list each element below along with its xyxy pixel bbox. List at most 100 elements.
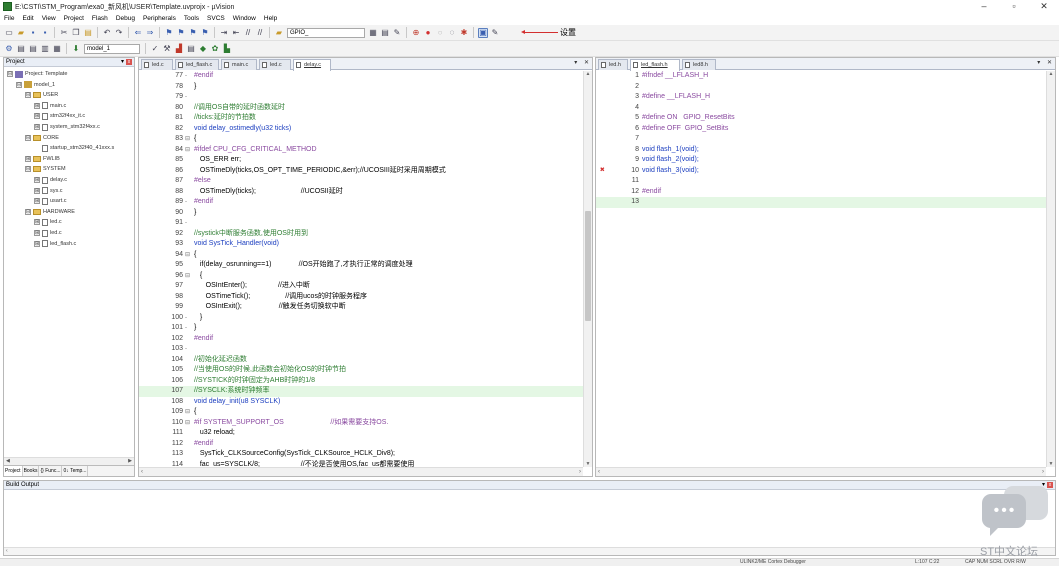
cut-icon[interactable]: ✂ bbox=[59, 28, 69, 38]
tree-expander-icon[interactable]: ⊞ bbox=[34, 219, 40, 226]
translate-icon[interactable]: ⚙ bbox=[4, 44, 14, 54]
navigate-forward-icon[interactable]: ⇒ bbox=[145, 28, 155, 38]
code-line[interactable]: 113 SysTick_CLKSourceConfig(SysTick_CLKS… bbox=[139, 449, 583, 460]
tree-node[interactable]: ⊞ led.c bbox=[34, 228, 62, 238]
tree-expander-icon[interactable]: ⊟ bbox=[25, 134, 31, 141]
scroll-left-icon[interactable]: ‹ bbox=[6, 548, 8, 555]
editor-left-code[interactable]: 77- #endif 78} 79-80//调用OS自带的延时函数延时 81//tick… bbox=[139, 71, 583, 467]
kill-breakpoints-icon[interactable]: ✱ bbox=[459, 28, 469, 38]
menu-file[interactable]: File bbox=[0, 13, 18, 24]
tab-list-icon[interactable]: ▾ bbox=[1037, 60, 1040, 66]
code-line[interactable]: 77- #endif bbox=[139, 71, 583, 82]
scroll-left-icon[interactable]: ‹ bbox=[598, 468, 600, 476]
indent-icon[interactable]: ⇥ bbox=[219, 28, 229, 38]
tree-node[interactable]: ⊞ usart.c bbox=[34, 196, 67, 206]
close-tab-icon[interactable]: ✕ bbox=[1047, 60, 1052, 66]
comment-icon[interactable]: // bbox=[243, 28, 253, 38]
tree-node[interactable]: ⊟ USER bbox=[25, 90, 58, 100]
configure-icon[interactable]: ✎ bbox=[490, 28, 500, 38]
code-line[interactable]: 10 void flash_3(void); bbox=[596, 166, 1046, 177]
rebuild-icon[interactable]: ▤ bbox=[28, 44, 38, 54]
editor-left-vertical-scrollbar[interactable]: ▲ ▼ bbox=[583, 71, 592, 467]
tree-node[interactable]: ⊞ FWLIB bbox=[25, 154, 60, 164]
editor-tab[interactable]: led.h bbox=[598, 59, 628, 70]
tree-expander-icon[interactable]: ⊟ bbox=[25, 92, 31, 99]
scroll-up-icon[interactable]: ▲ bbox=[1047, 71, 1055, 77]
menu-help[interactable]: Help bbox=[260, 13, 281, 24]
batch-build-icon[interactable]: ▥ bbox=[40, 44, 50, 54]
fold-marker-icon[interactable]: ⊟ bbox=[185, 134, 190, 145]
code-line[interactable]: 6 #define OFF GPIO_SetBits bbox=[596, 124, 1046, 135]
code-line[interactable]: 90} bbox=[139, 208, 583, 219]
tree-expander-icon[interactable]: ⊞ bbox=[34, 113, 40, 120]
code-line[interactable]: 108 void delay_init(u8 SYSCLK) bbox=[139, 397, 583, 408]
tree-expander-icon[interactable]: ⊞ bbox=[34, 177, 40, 183]
code-line[interactable]: 111 u32 reload; bbox=[139, 428, 583, 439]
tree-expander-icon[interactable]: ⊟ bbox=[16, 81, 22, 88]
tree-expander-icon[interactable]: ⊟ bbox=[7, 71, 13, 77]
code-line[interactable]: 82 void delay_ostimedly(u32 ticks) bbox=[139, 124, 583, 135]
scroll-right-icon[interactable]: › bbox=[1042, 468, 1044, 476]
code-line[interactable]: 104 //初始化延迟函数 bbox=[139, 355, 583, 366]
editor-tab[interactable]: main.c bbox=[221, 59, 257, 70]
tree-expander-icon[interactable]: ⊞ bbox=[34, 240, 40, 247]
code-line[interactable]: 84 ⊟ #ifdef CPU_CFG_CRITICAL_METHOD bbox=[139, 145, 583, 156]
code-line[interactable]: 97 OSIntEnter(); //进入中断 bbox=[139, 281, 583, 292]
code-line[interactable]: 109 ⊟ { bbox=[139, 407, 583, 418]
code-line[interactable]: 91- bbox=[139, 218, 583, 229]
menu-debug[interactable]: Debug bbox=[112, 13, 139, 24]
code-line[interactable]: 93 void SysTick_Handler(void) bbox=[139, 239, 583, 250]
find-in-files-icon[interactable]: ▰ bbox=[274, 28, 284, 38]
fold-marker-icon[interactable]: - bbox=[185, 218, 187, 229]
disable-all-breakpoints-icon[interactable]: ◌ bbox=[447, 28, 457, 38]
scroll-thumb[interactable] bbox=[585, 211, 591, 321]
tree-expander-icon[interactable]: ⊞ bbox=[34, 187, 40, 194]
menu-tools[interactable]: Tools bbox=[180, 13, 203, 24]
menu-peripherals[interactable]: Peripherals bbox=[139, 13, 180, 24]
editor-tab[interactable]: led_flash.h bbox=[630, 59, 680, 71]
pack-installer-icon[interactable]: ✿ bbox=[210, 44, 220, 54]
menu-flash[interactable]: Flash bbox=[88, 13, 112, 24]
code-line[interactable]: 7 bbox=[596, 134, 1046, 145]
code-line[interactable]: 110 ⊟ #if SYSTEM_SUPPORT_OS //如果需要支持OS. bbox=[139, 418, 583, 429]
code-line[interactable]: 102 #endif bbox=[139, 334, 583, 345]
fold-marker-icon[interactable]: ⊟ bbox=[185, 407, 190, 418]
undo-icon[interactable]: ↶ bbox=[102, 28, 112, 38]
menu-view[interactable]: View bbox=[38, 13, 60, 24]
fold-marker-icon[interactable]: - bbox=[185, 323, 187, 334]
code-line[interactable]: 79- bbox=[139, 92, 583, 103]
tree-node[interactable]: ⊞ system_stm32f4xx.c bbox=[34, 122, 100, 132]
code-line[interactable]: 81 //ticks:延时的节拍数 bbox=[139, 113, 583, 124]
editor-left-horizontal-scrollbar[interactable]: ‹ › bbox=[139, 467, 583, 476]
editor-tab[interactable]: led_flash.c bbox=[175, 59, 219, 70]
fold-marker-icon[interactable]: - bbox=[185, 313, 187, 324]
run-time-env-icon[interactable]: ▤ bbox=[186, 44, 196, 54]
tree-node[interactable]: ⊞ sys.c bbox=[34, 186, 63, 196]
code-line[interactable]: 86 OSTimeDly(ticks,OS_OPT_TIME_PERIODIC,… bbox=[139, 166, 583, 177]
tree-node[interactable]: ⊟ Project: Template bbox=[7, 69, 67, 79]
stop-build-icon[interactable]: ▦ bbox=[52, 44, 62, 54]
scroll-left-icon[interactable]: ◀ bbox=[6, 458, 10, 465]
minimize-button[interactable]: – bbox=[969, 0, 999, 13]
menu-window[interactable]: Window bbox=[229, 13, 260, 24]
manage-env-icon[interactable]: ▟ bbox=[174, 44, 184, 54]
tree-expander-icon[interactable]: ⊞ bbox=[34, 230, 40, 236]
packs-icon[interactable]: ◆ bbox=[198, 44, 208, 54]
close-tab-icon[interactable]: ✕ bbox=[584, 60, 589, 66]
code-line[interactable]: 100- } bbox=[139, 313, 583, 324]
fold-marker-icon[interactable]: - bbox=[185, 197, 187, 208]
close-panel-icon[interactable]: x bbox=[126, 59, 132, 65]
code-line[interactable]: 105 //当使用OS的时候,此函数会初始化OS的时钟节拍 bbox=[139, 365, 583, 376]
tab-books[interactable]: Books bbox=[23, 466, 40, 476]
editor-tab[interactable]: delay.c bbox=[293, 59, 331, 71]
code-line[interactable]: 92 //systick中断服务函数,使用OS时用到 bbox=[139, 229, 583, 240]
project-horizontal-scrollbar[interactable]: ◀ ▶ bbox=[4, 457, 134, 465]
code-line[interactable]: 95 if(delay_osrunning==1) //OS开始跑了,才执行正常… bbox=[139, 260, 583, 271]
next-bookmark-icon[interactable]: ⚑ bbox=[188, 28, 198, 38]
target-options-icon[interactable]: ✓ bbox=[150, 44, 160, 54]
build-output-scrollbar[interactable]: ‹ bbox=[4, 547, 1055, 555]
editor-right-vertical-scrollbar[interactable]: ▲ ▼ bbox=[1046, 71, 1055, 467]
close-window-button[interactable]: ✕ bbox=[1029, 0, 1059, 13]
build-icon[interactable]: ▤ bbox=[16, 44, 26, 54]
bookmark-icon[interactable]: ⚑ bbox=[164, 28, 174, 38]
